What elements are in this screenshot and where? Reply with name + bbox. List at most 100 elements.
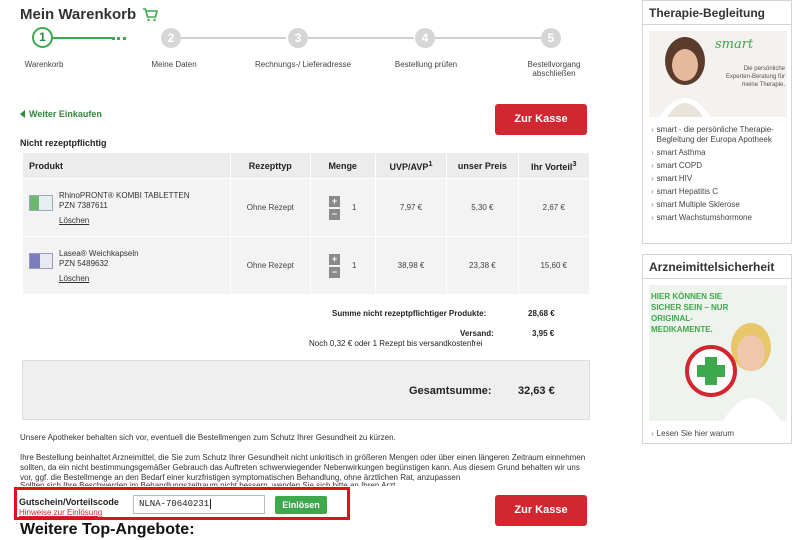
col-header-uvp-sup: 1 [428, 159, 433, 168]
sidebar-safety-box: Arzneimittelsicherheit HIER KÖNNEN SIE S… [642, 254, 792, 444]
list-item-label: smart Wachstumshormone [656, 213, 752, 222]
step-4-circle: 4 [415, 28, 435, 48]
arrow-left-icon [20, 110, 25, 118]
delete-link[interactable]: Löschen [59, 216, 89, 225]
smart-logo: smart [715, 37, 754, 52]
list-item-label: smart Multiple Sklerose [656, 200, 740, 209]
banner-caption: Die persönliche Experten-Beratung für me… [725, 66, 785, 88]
uvp-cell: 38,98 € [374, 236, 448, 295]
product-name[interactable]: Lasea® Weichkapseln [59, 249, 139, 259]
therapy-banner-image[interactable]: smart Die persönliche Experten-Beratung … [649, 31, 787, 117]
checkout-button-bottom[interactable]: Zur Kasse [495, 495, 587, 526]
col-header-uvp-text: UVP/AVP [389, 162, 429, 172]
vorteil-cell: 15,60 € [517, 236, 591, 295]
decrease-quantity-button[interactable]: − [328, 208, 340, 220]
shipping-value: 3,95 € [532, 329, 555, 338]
chevron-right-icon: › [651, 200, 654, 209]
table-row: Lasea® Weichkapseln PZN 5489632 Löschen … [21, 236, 591, 295]
col-header-uvp: UVP/AVP1 [374, 152, 448, 179]
quantity-cell: + − 1 [309, 178, 376, 237]
step-2-circle: 2 [161, 28, 181, 48]
price-cell: 23,38 € [446, 236, 519, 295]
coupon-section: Gutschein/Vorteilscode Hinweise zur Einl… [14, 487, 350, 520]
step-1-label: Warenkorb [24, 60, 64, 69]
sidebar-safety-title: Arzneimittelsicherheit [643, 255, 791, 279]
shopping-cart-icon [142, 7, 159, 22]
text-cursor [210, 499, 212, 509]
chevron-right-icon: › [651, 187, 654, 196]
decrease-quantity-button[interactable]: − [328, 266, 340, 278]
col-header-menge: Menge [309, 152, 376, 179]
quantity-value: 1 [351, 261, 357, 270]
notice-text-clipped: Sollten sich Ihre Beschwerden im Behandl… [20, 481, 398, 486]
product-cell: Lasea® Weichkapseln PZN 5489632 Löschen [21, 236, 232, 295]
chevron-right-icon: › [651, 429, 654, 438]
table-row: RhinoPRONT® KOMBI TABLETTEN PZN 7387611 … [21, 178, 591, 237]
product-name[interactable]: RhinoPRONT® KOMBI TABLETTEN [59, 191, 190, 201]
product-pzn: PZN 7387611 [59, 200, 108, 210]
checkout-button-top[interactable]: Zur Kasse [495, 104, 587, 135]
col-header-preis: unser Preis [446, 152, 519, 179]
cart-table: Produkt Rezepttyp Menge UVP/AVP1 unser P… [21, 152, 591, 295]
banner-headline: HIER KÖNNEN SIE SICHER SEIN – NUR ORIGIN… [651, 292, 729, 334]
notice-text: Unsere Apotheker behalten sich vor, even… [20, 433, 396, 442]
product-cell: RhinoPRONT® KOMBI TABLETTEN PZN 7387611 … [21, 178, 232, 237]
coupon-input[interactable]: NLNA-70640231 [133, 495, 265, 514]
step-1-circle: 1 [32, 27, 53, 48]
checkout-progress: 1 2 3 4 5 Warenkorb Meine Daten Rechnung… [20, 26, 596, 86]
chevron-right-icon: › [651, 213, 654, 222]
price-cell: 5,30 € [446, 178, 519, 237]
progress-line-done [52, 37, 112, 39]
col-header-vorteil-sup: 3 [572, 159, 577, 168]
increase-quantity-button[interactable]: + [328, 195, 340, 207]
coupon-title: Gutschein/Vorteilscode [19, 497, 119, 507]
col-header-produkt: Produkt [21, 152, 232, 179]
increase-quantity-button[interactable]: + [328, 253, 340, 265]
list-item-label: smart Hepatitis C [656, 187, 719, 196]
delete-link[interactable]: Löschen [59, 274, 89, 283]
product-image[interactable] [29, 252, 53, 269]
list-item[interactable]: › Lesen Sie hier warum [651, 429, 785, 439]
shipping-label: Versand: [460, 329, 494, 338]
coupon-input-value: NLNA-70640231 [139, 499, 210, 509]
list-item[interactable]: › smart HIV [651, 174, 785, 184]
step-4-label: Bestellung prüfen [394, 60, 458, 69]
cart-title-text: Mein Warenkorb [20, 6, 137, 23]
sidebar-therapy-title: Therapie-Begleitung [643, 1, 791, 25]
continue-shopping-link[interactable]: Weiter Einkaufen [20, 109, 102, 119]
safety-banner-image[interactable]: HIER KÖNNEN SIE SICHER SEIN – NUR ORIGIN… [649, 285, 787, 421]
list-item[interactable]: › smart COPD [651, 161, 785, 171]
more-offers-title: Weitere Top-Angebote: [20, 521, 195, 538]
progress-line-dotted [112, 37, 126, 40]
step-5-circle: 5 [541, 28, 561, 48]
list-item[interactable]: › smart - die persönliche Therapie-Beglei… [651, 125, 785, 145]
rezepttyp-cell: Ohne Rezept [230, 178, 311, 237]
progress-line [435, 37, 541, 39]
therapy-link-list: › smart - die persönliche Therapie-Beglei… [643, 123, 791, 232]
product-pzn: PZN 5489632 [59, 258, 109, 268]
progress-line [180, 37, 286, 39]
coupon-hint-link[interactable]: Hinweise zur Einlösung [19, 508, 102, 517]
subtotal-label: Summe nicht rezeptpflichtiger Produkte: [332, 309, 487, 318]
chevron-right-icon: › [651, 125, 654, 134]
section-label: Nicht rezeptpflichtig [20, 138, 107, 148]
continue-shopping-label: Weiter Einkaufen [29, 109, 102, 119]
product-image[interactable] [29, 194, 53, 211]
redeem-button[interactable]: Einlösen [275, 496, 327, 514]
step-5-label: Bestellvorgang abschließen [527, 60, 581, 78]
col-header-vorteil: Ihr Vorteil3 [517, 152, 591, 179]
step-2-label: Meine Daten [151, 60, 197, 69]
sidebar-therapy-box: Therapie-Begleitung smart Die persönlich… [642, 0, 792, 244]
chevron-right-icon: › [651, 161, 654, 170]
quantity-value: 1 [351, 203, 357, 212]
rezepttyp-cell: Ohne Rezept [230, 236, 311, 295]
list-item[interactable]: › smart Wachstumshormone [651, 213, 785, 223]
list-item[interactable]: › smart Multiple Sklerose [651, 200, 785, 210]
list-item[interactable]: › smart Hepatitis C [651, 187, 785, 197]
step-3-label: Rechnungs-/ Lieferadresse [254, 60, 352, 69]
step-3-circle: 3 [288, 28, 308, 48]
col-header-rezepttyp: Rezepttyp [230, 152, 311, 179]
total-label: Gesamtsumme: [409, 385, 492, 397]
list-item[interactable]: › smart Asthma [651, 148, 785, 158]
total-box: Gesamtsumme: 32,63 € [22, 360, 590, 420]
